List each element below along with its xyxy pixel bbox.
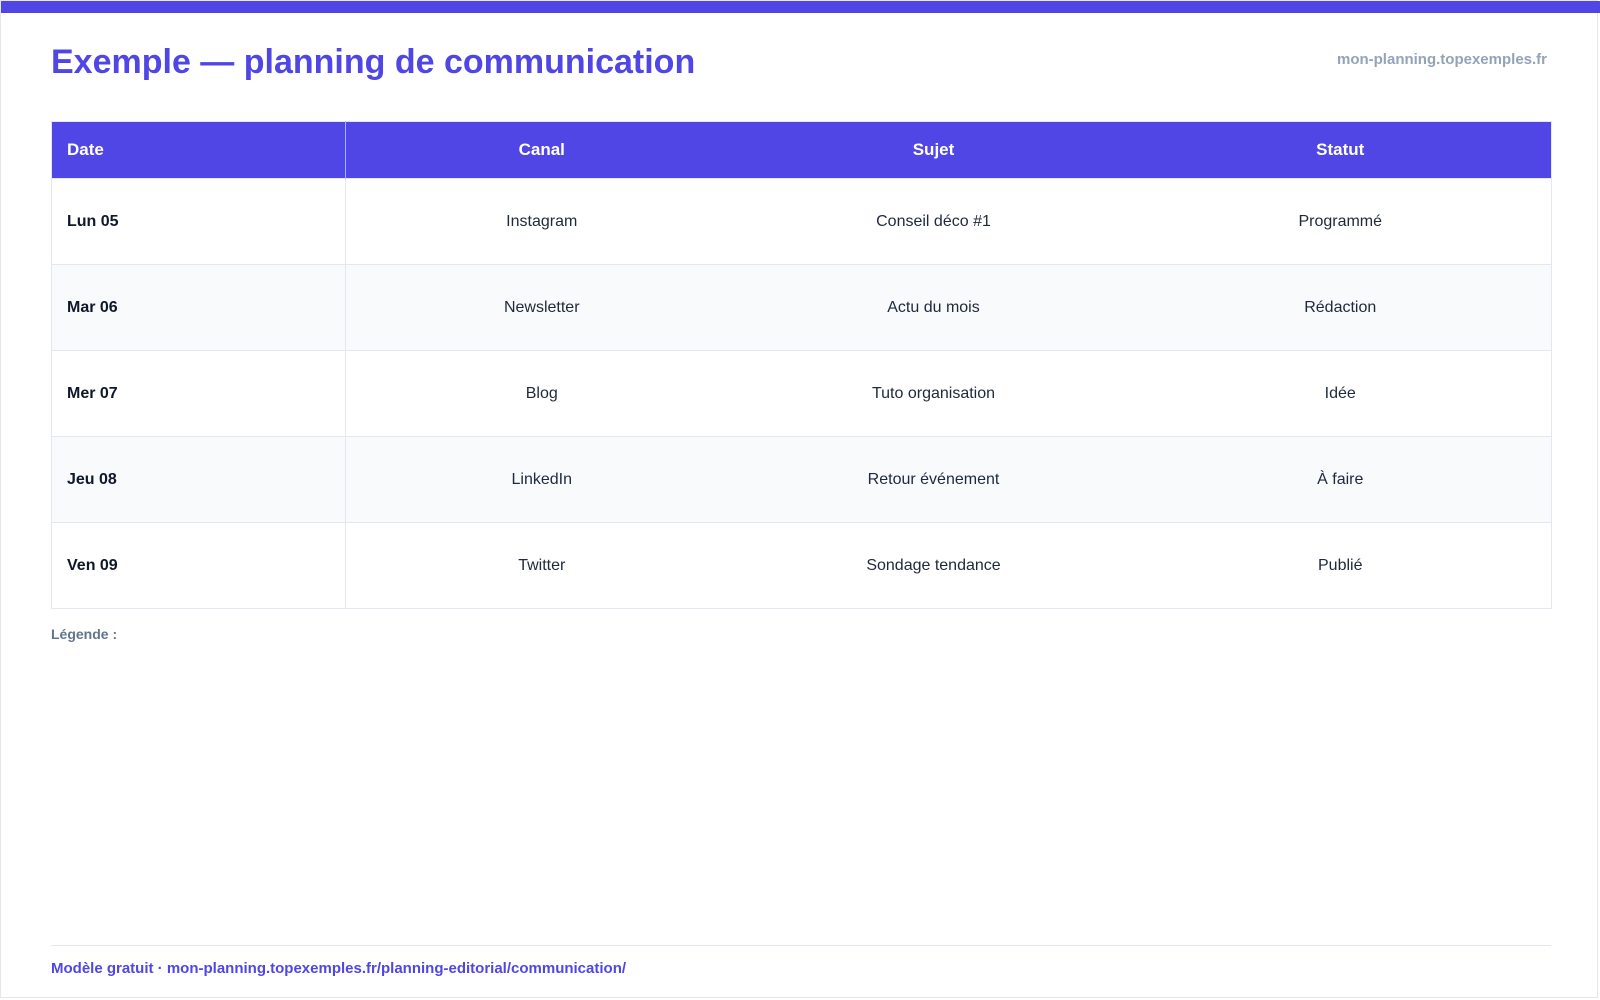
cell-date: Jeu 08 <box>51 436 346 523</box>
column-header-sujet: Sujet <box>737 121 1130 179</box>
cell-date: Lun 05 <box>51 178 346 265</box>
cell-canal: LinkedIn <box>345 436 738 523</box>
cell-canal: Blog <box>345 350 738 437</box>
column-header-statut: Statut <box>1129 121 1552 179</box>
legend-label: Légende : <box>51 626 118 642</box>
cell-canal: Twitter <box>345 522 738 609</box>
table-row: Jeu 08 LinkedIn Retour événement À faire <box>51 436 1552 523</box>
table-row: Mar 06 Newsletter Actu du mois Rédaction <box>51 264 1552 351</box>
planning-table-container: Date Canal Sujet Statut Lun 05 Instagram… <box>51 121 1552 609</box>
site-name: mon-planning.topexemples.fr <box>1336 51 1547 68</box>
table-row: Ven 09 Twitter Sondage tendance Publié <box>51 522 1552 609</box>
cell-sujet: Sondage tendance <box>737 522 1130 609</box>
page-title: Exemple — planning de communication <box>51 43 696 81</box>
footer-divider <box>51 945 1551 946</box>
table-row: Mer 07 Blog Tuto organisation Idée <box>51 350 1552 437</box>
cell-sujet: Retour événement <box>737 436 1130 523</box>
planning-table: Date Canal Sujet Statut Lun 05 Instagram… <box>51 121 1552 609</box>
cell-sujet: Actu du mois <box>737 264 1130 351</box>
top-accent-bar <box>1 1 1600 13</box>
cell-statut: Rédaction <box>1129 264 1552 351</box>
column-header-date: Date <box>51 121 346 179</box>
footer-link[interactable]: Modèle gratuit · mon-planning.topexemple… <box>51 960 626 977</box>
cell-statut: Publié <box>1129 522 1552 609</box>
column-header-canal: Canal <box>345 121 738 179</box>
cell-date: Mar 06 <box>51 264 346 351</box>
cell-date: Mer 07 <box>51 350 346 437</box>
cell-date: Ven 09 <box>51 522 346 609</box>
table-row: Lun 05 Instagram Conseil déco #1 Program… <box>51 178 1552 265</box>
page: Exemple — planning de communication mon-… <box>0 0 1600 998</box>
cell-statut: À faire <box>1129 436 1552 523</box>
cell-statut: Programmé <box>1129 178 1552 265</box>
table-header-row: Date Canal Sujet Statut <box>51 121 1552 179</box>
cell-sujet: Tuto organisation <box>737 350 1130 437</box>
cell-canal: Instagram <box>345 178 738 265</box>
cell-sujet: Conseil déco #1 <box>737 178 1130 265</box>
cell-canal: Newsletter <box>345 264 738 351</box>
cell-statut: Idée <box>1129 350 1552 437</box>
